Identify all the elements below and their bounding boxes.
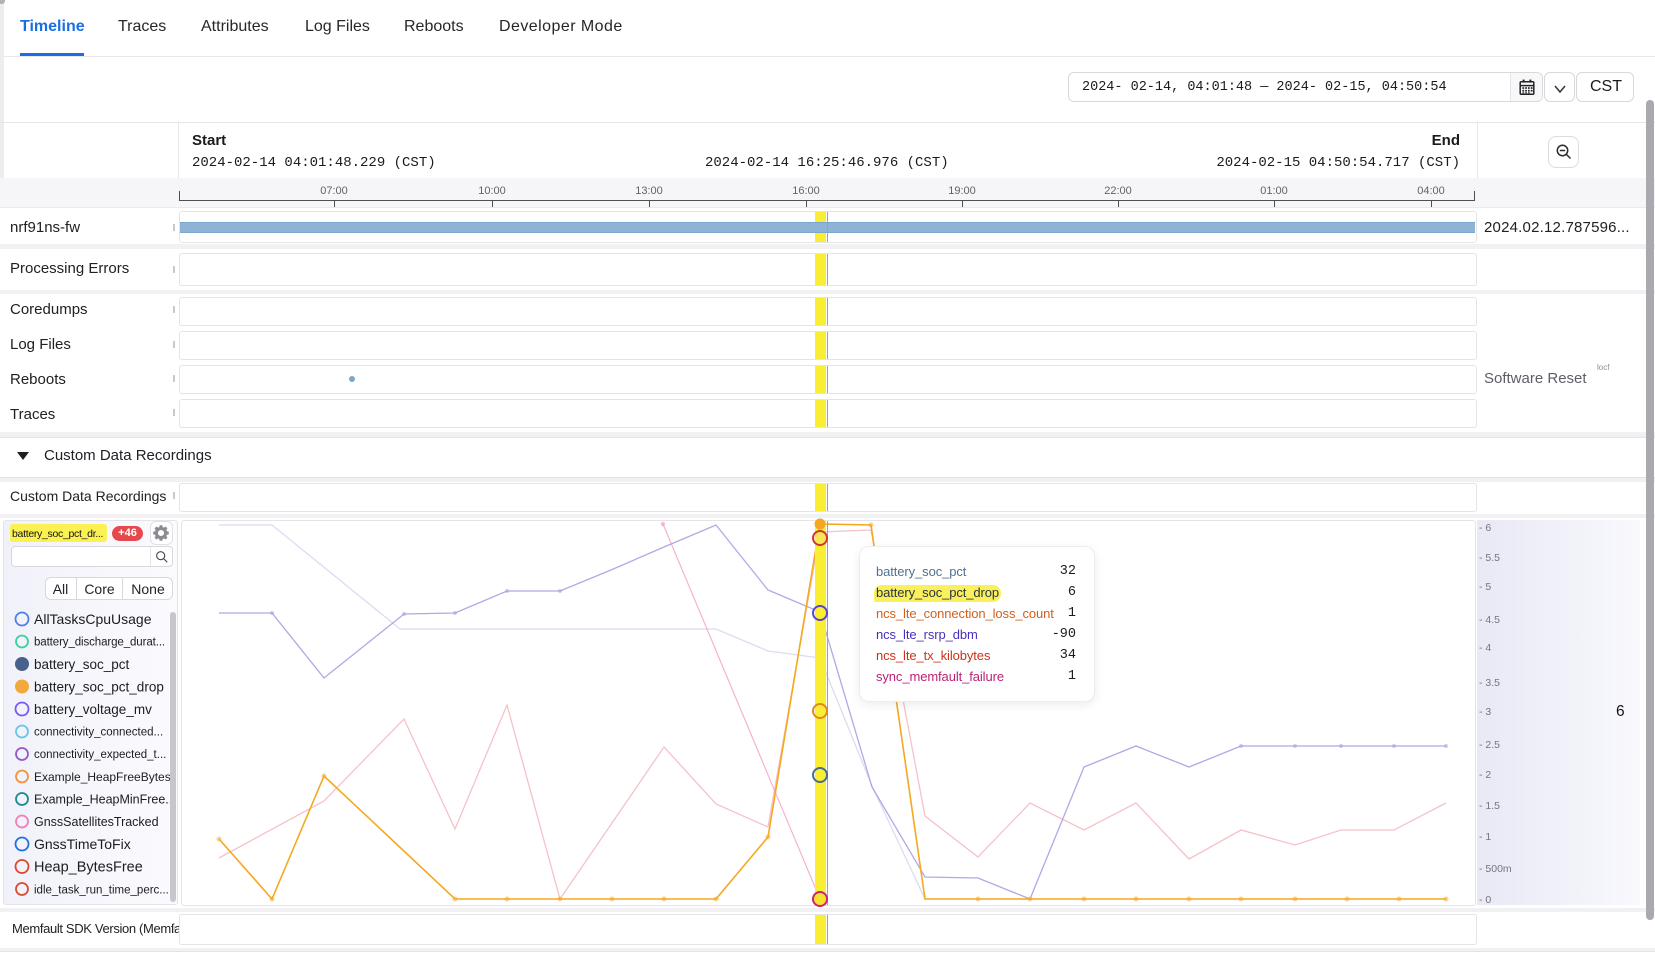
svg-text:Heap_BytesFree: Heap_BytesFree xyxy=(34,860,143,876)
svg-text:connectivity_connected...: connectivity_connected... xyxy=(34,727,163,739)
svg-text:battery_soc_pct: battery_soc_pct xyxy=(34,657,130,672)
svg-text:battery_voltage_mv: battery_voltage_mv xyxy=(34,702,152,717)
svg-text:battery_soc_pct_drop: battery_soc_pct_drop xyxy=(34,680,164,695)
svg-text:Example_HeapMinFree...: Example_HeapMinFree... xyxy=(34,793,170,807)
svg-text:AllTasksCpuUsage: AllTasksCpuUsage xyxy=(34,611,152,627)
svg-text:battery_discharge_durat...: battery_discharge_durat... xyxy=(34,637,165,649)
svg-text:Example_HeapFreeBytes: Example_HeapFreeBytes xyxy=(34,770,170,784)
svg-text:idle_task_run_time_perc...: idle_task_run_time_perc... xyxy=(34,885,169,897)
svg-text:GnssTimeToFix: GnssTimeToFix xyxy=(34,836,131,852)
svg-text:GnssSatellitesTracked: GnssSatellitesTracked xyxy=(34,815,159,829)
svg-text:connectivity_expected_t...: connectivity_expected_t... xyxy=(34,749,166,761)
